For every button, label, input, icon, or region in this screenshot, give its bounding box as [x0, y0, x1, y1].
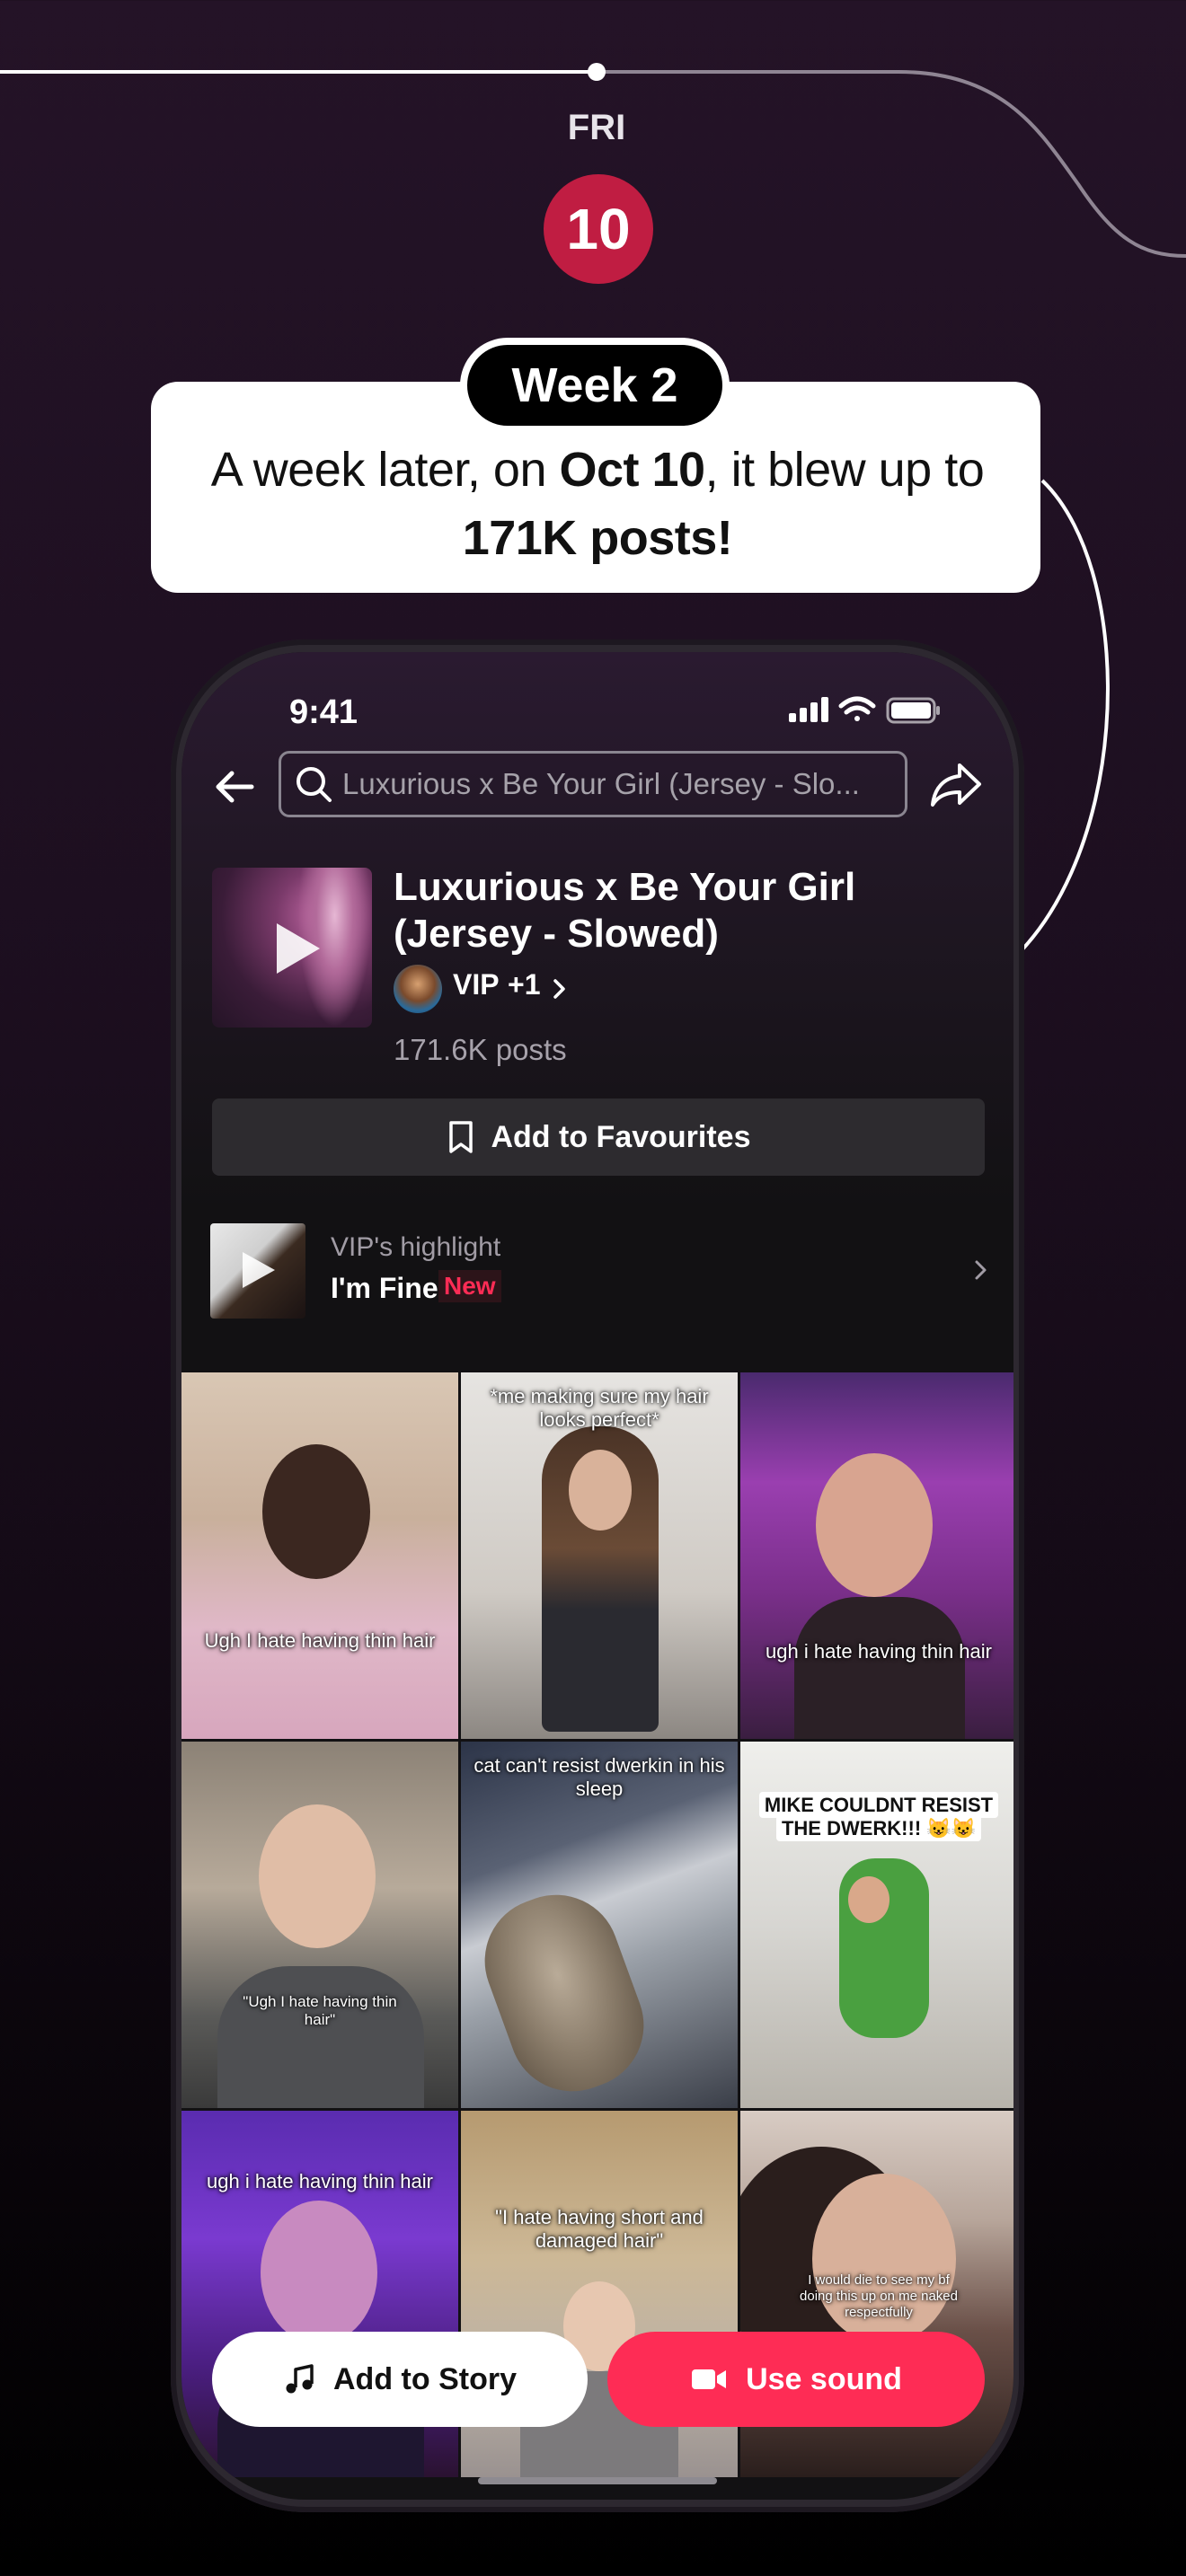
wifi-icon [838, 696, 876, 721]
video-caption: cat can't resist dwerkin in his sleep [474, 1754, 725, 1800]
highlight-thumbnail[interactable] [210, 1223, 305, 1319]
video-grid: Ugh I hate having thin hair *me making s… [181, 1372, 1013, 2477]
search-input[interactable] [341, 766, 901, 802]
sound-title: Luxurious x Be Your Girl (Jersey - Slowe… [394, 865, 856, 956]
music-note-icon [286, 2364, 314, 2394]
home-indicator[interactable] [478, 2477, 717, 2484]
battery-icon [886, 697, 940, 724]
artist-more-count[interactable]: +1 [508, 968, 540, 1001]
video-thumbnail[interactable]: MIKE COULDNT RESIST THE DWERK!!! 😺😺 [740, 1742, 1013, 2108]
chevron-right-icon[interactable] [550, 974, 570, 1004]
timeline-date-badge: 10 [544, 174, 653, 284]
use-sound-label: Use sound [746, 2361, 902, 2396]
video-caption: *me making sure my hair looks perfect* [490, 1385, 709, 1431]
add-to-story-label: Add to Story [333, 2361, 517, 2396]
video-caption: ugh i hate having thin hair [766, 1640, 992, 1663]
bookmark-icon [449, 1121, 474, 1153]
video-thumbnail[interactable]: cat can't resist dwerkin in his sleep [461, 1742, 738, 2108]
search-icon [296, 767, 332, 802]
search-bar[interactable] [279, 751, 907, 817]
week-pill: Week 2 [460, 338, 730, 433]
add-to-story-button[interactable]: Add to Story [212, 2332, 588, 2427]
video-caption-text: MIKE COULDNT RESIST THE DWERK!!! 😺😺 [758, 1792, 999, 1841]
play-icon[interactable] [270, 920, 323, 977]
share-icon[interactable] [927, 756, 985, 814]
post-count: 171.6K posts [394, 1033, 567, 1066]
callout-date: Oct 10 [559, 443, 705, 497]
status-icons [789, 696, 940, 724]
phone-screen: 9:41 Luxurious x Be Your Girl (Jersey - … [181, 652, 1013, 2500]
video-caption: "Ugh I hate having thin hair" [243, 1993, 397, 2028]
signal-icon [789, 697, 828, 722]
sound-cover-art[interactable] [212, 868, 372, 1028]
video-caption: MIKE COULDNT RESIST THE DWERK!!! 😺😺 [753, 1792, 1005, 1841]
back-arrow-icon[interactable] [208, 760, 262, 814]
highlight-label: VIP's highlight [331, 1232, 501, 1262]
play-icon [243, 1252, 275, 1288]
artist-name[interactable]: VIP [453, 968, 500, 1001]
add-to-favourites-button[interactable]: Add to Favourites [212, 1098, 985, 1176]
artist-avatar[interactable] [394, 965, 442, 1013]
video-thumbnail[interactable]: *me making sure my hair looks perfect* [461, 1372, 738, 1739]
video-camera-icon [692, 2369, 727, 2389]
chevron-right-icon[interactable] [972, 1256, 990, 1284]
video-thumbnail[interactable]: "Ugh I hate having thin hair" [181, 1742, 458, 2108]
highlight-song[interactable]: I'm Fine [331, 1272, 438, 1305]
add-to-favourites-label: Add to Favourites [491, 1119, 751, 1154]
callout-count: 171K posts! [462, 511, 733, 565]
callout-text-start: A week later, on [210, 443, 560, 497]
new-badge: New [438, 1270, 501, 1302]
video-caption: Ugh I hate having thin hair [204, 1629, 436, 1652]
callout-text-middle: , it blew up to [704, 443, 985, 497]
callout-text: A week later, on Oct 10, it blew up to 1… [180, 436, 1015, 572]
video-caption: "I hate having short and damaged hair" [495, 2206, 704, 2252]
timeline-day-label: FRI [567, 108, 626, 147]
video-caption: ugh i hate having thin hair [207, 2170, 433, 2192]
video-thumbnail[interactable]: ugh i hate having thin hair [740, 1372, 1013, 1739]
status-time: 9:41 [289, 693, 358, 731]
video-caption: I would die to see my bf doing this up o… [800, 2272, 958, 2320]
video-thumbnail[interactable]: Ugh I hate having thin hair [181, 1372, 458, 1739]
use-sound-button[interactable]: Use sound [607, 2332, 985, 2427]
